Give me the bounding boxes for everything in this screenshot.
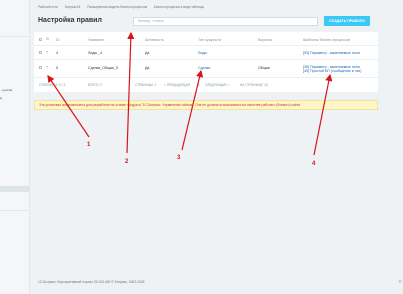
annotation-label-1: 1 [87,142,91,148]
row-checkbox[interactable] [39,66,42,69]
rules-table: ⚙ ID Название Активность Тип сущности Во… [34,32,378,92]
row-template-link[interactable]: [45] Простой БП (сообщение в чат) [303,69,361,73]
column-header-funnel[interactable]: Воронка [258,38,272,42]
row-divider [34,77,378,78]
breadcrumb-item[interactable]: Бизнес-процессы в виде таблицы [154,5,204,9]
menu-icon[interactable]: ≡ [46,50,48,54]
row-divider [34,45,378,46]
annotation-label-4: 4 [312,161,316,167]
dev-warning-banner: Эта установка предназначена для разработ… [34,100,378,110]
row-template-link[interactable]: [53] Параметр - заменяемые поля [303,51,360,55]
row-type[interactable]: Лиды [198,51,207,55]
prev-page-button[interactable]: < ПРЕДЫДУЩАЯ [164,83,190,87]
next-page-button[interactable]: СЛЕДУЮЩАЯ > [205,83,229,87]
row-divider [34,59,378,60]
breadcrumb-item[interactable]: Битрикс24 [65,5,80,9]
column-header-activity[interactable]: Активность [145,38,164,42]
column-header-templates[interactable]: Шаблоны бизнес-процессов [303,38,350,42]
selected-count: ОТМЕЧЕНО: 0 / 2 [39,83,66,87]
row-name[interactable]: Лиды _4 [88,51,102,55]
sidebar-item[interactable]: ...цессов [0,88,12,92]
select-all-checkbox[interactable] [39,38,42,41]
sidebar-divider [0,36,30,37]
breadcrumb-item[interactable]: Расширенная модель бизнес-процессов [87,5,147,9]
row-id: 4 [56,51,58,55]
breadcrumb: Рабочий стол Битрикс24 Расширенная модел… [38,5,210,9]
row-activity: Да [145,51,150,55]
column-header-name[interactable]: Название [88,38,104,42]
sidebar-item[interactable]: м [0,96,2,100]
sidebar-divider [0,210,30,211]
search-input[interactable]: Фильтр + поиск [133,17,318,26]
column-header-id[interactable]: ID [56,38,60,42]
copyright-footer: 1С-Битрикс: Корпоративный портал 25.100.… [38,280,145,284]
left-sidebar: ...цессов м [0,0,30,294]
footer-right-text: П [399,280,402,284]
breadcrumb-item[interactable]: Рабочий стол [38,5,58,9]
row-activity: Да [145,66,150,70]
page: ...цессов м Рабочий стол Битрикс24 Расши… [0,0,403,294]
row-name[interactable]: Сделки_Общая_5 [88,66,118,70]
annotation-label-3: 3 [177,155,181,161]
row-checkbox[interactable] [39,51,42,54]
row-id: 5 [56,66,58,70]
column-header-type[interactable]: Тип сущности [198,38,221,42]
sidebar-item-selected[interactable] [0,186,30,192]
page-number[interactable]: 1 [198,83,200,87]
menu-icon[interactable]: ≡ [46,65,48,69]
annotation-label-2: 2 [125,159,129,165]
gear-icon[interactable]: ⚙ [46,37,49,41]
row-funnel: Общая [258,66,270,70]
total-count: ВСЕГО: 2 [88,83,103,87]
row-type[interactable]: Сделки [198,66,210,70]
page-title: Настройка правил [38,17,102,24]
pages-label: СТРАНИЦЫ: 1 [135,83,157,87]
per-page-select[interactable]: НА СТРАНИЦЕ: 20 [240,83,268,87]
create-rule-button[interactable]: СОЗДАТЬ ПРАВИЛО [324,16,370,26]
